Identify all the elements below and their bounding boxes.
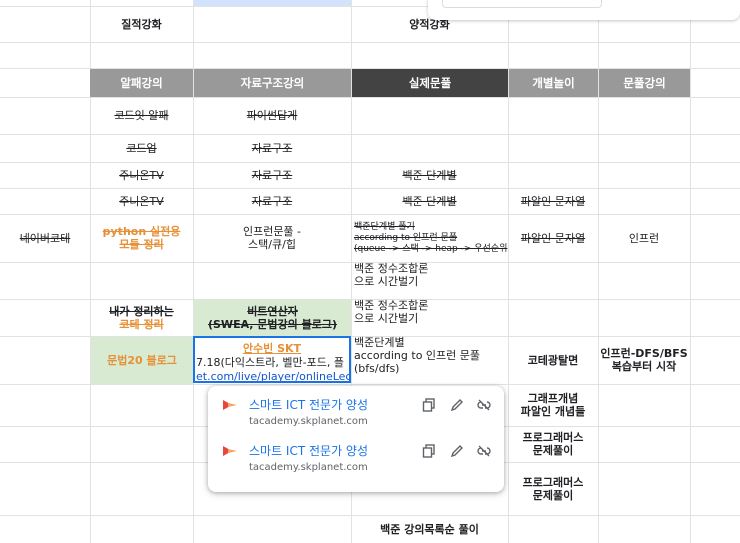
cell-quality-label[interactable]: 질적강화 bbox=[90, 6, 193, 42]
cell-line: (queue -> 스택 -> heap -> 우선순위 bbox=[354, 243, 508, 254]
cell-inflearn-dfs-bfs[interactable]: 인프런-DFS/BFS 복습부터 시작 bbox=[598, 336, 690, 384]
cell-line: 으로 시간벌기 bbox=[354, 275, 419, 288]
active-cell-ansubin-skt[interactable]: 안수빈 SKT 7.18(다익스트라, 벨만-포드, 플 et.com/live… bbox=[193, 336, 351, 383]
cell-data-structure[interactable]: 자료구조 bbox=[193, 134, 351, 162]
cell-line: python 실전용 bbox=[102, 225, 181, 238]
tacademy-logo-icon bbox=[223, 400, 237, 410]
cell-line: 비트연산자 bbox=[247, 305, 298, 318]
cell-line: 으로 시간벌기 bbox=[354, 312, 419, 325]
cell-line: 백준단계별 풀기 bbox=[354, 221, 415, 232]
cell-baekjoon-steps[interactable]: 백준 단계별 bbox=[351, 162, 508, 188]
header-algorithm-lecture[interactable]: 알패강의 bbox=[90, 69, 193, 97]
header-data-structure-lecture[interactable]: 자료구조강의 bbox=[194, 69, 351, 97]
gridline bbox=[0, 384, 740, 385]
cell-line: 프로그래머스 bbox=[522, 431, 584, 444]
unlink-icon[interactable] bbox=[475, 396, 493, 414]
cell-grammar20-blog[interactable]: 문법20 블로그 bbox=[91, 337, 193, 384]
cell-line: according to 인프런 문풀 bbox=[354, 232, 458, 243]
cell-baekjoon-combinatorics[interactable]: 백준 정수조합론 으로 시간벌기 bbox=[351, 262, 508, 299]
cell-codeit-algorithm[interactable]: 코드잇 알패 bbox=[90, 97, 193, 134]
copy-icon[interactable] bbox=[420, 396, 438, 414]
cell-baekjoon-steps[interactable]: 백준 단계별 bbox=[351, 188, 508, 214]
floating-toolbar-panel bbox=[428, 0, 740, 20]
cell-bit-operators[interactable]: 비트연산자 (SWEA, 문법강의 블로그) bbox=[194, 300, 351, 336]
cell-data-structure[interactable]: 자료구조 bbox=[193, 188, 351, 214]
cell-baekjoon-queue-stack-heap[interactable]: 백준단계별 풀기 according to 인프런 문풀 (queue -> 스… bbox=[351, 214, 508, 262]
link-url: tacademy.skplanet.com bbox=[249, 462, 368, 473]
gridline bbox=[0, 42, 740, 43]
link-title[interactable]: 스마트 ICT 전문가 양성 bbox=[249, 442, 368, 459]
cell-junion-tv[interactable]: 주니온TV bbox=[90, 162, 193, 188]
header-practice-problems[interactable]: 실제문풀 bbox=[352, 69, 508, 97]
cell-python-modules[interactable]: python 실전용 모듈 정리 bbox=[90, 214, 193, 262]
cell-link-text[interactable]: et.com/live/player/onlineLectu bbox=[195, 370, 349, 381]
cell-line: (bfs/dfs) bbox=[354, 362, 400, 375]
cell-naver-coding-test[interactable]: 네이버코테 bbox=[0, 214, 90, 262]
link-preview-item[interactable]: 스마트 ICT 전문가 양성 tacademy.skplanet.com bbox=[208, 438, 504, 484]
cell-programmers-practice[interactable]: 프로그래머스 문제풀이 bbox=[508, 426, 598, 462]
cell-line: 백준 정수조합론 bbox=[354, 299, 429, 312]
edit-icon[interactable] bbox=[448, 442, 466, 460]
cell-line: 문제풀이 bbox=[532, 444, 574, 457]
cell-coding-test-fail[interactable]: 코테광탈면 bbox=[508, 336, 598, 384]
cell-inflearn-stack-queue-heap[interactable]: 인프런문풀 - 스택/큐/힙 bbox=[193, 214, 351, 262]
cell-line: 백준단계별 bbox=[354, 336, 405, 349]
cell-line: 내가 정리하는 bbox=[109, 304, 174, 318]
cell-my-coding-test-notes[interactable]: 내가 정리하는 코테 정리 bbox=[90, 299, 193, 336]
unlink-icon[interactable] bbox=[475, 442, 493, 460]
link-preview-popup: 스마트 ICT 전문가 양성 tacademy.skplanet.com 스마트… bbox=[208, 386, 504, 492]
edit-icon[interactable] bbox=[448, 396, 466, 414]
cell-baekjoon-combinatorics[interactable]: 백준 정수조합론 으로 시간벌기 bbox=[351, 299, 508, 336]
floating-panel-field[interactable] bbox=[442, 0, 602, 8]
link-title[interactable]: 스마트 ICT 전문가 양성 bbox=[249, 396, 368, 413]
cell-line: according to 인프런 문풀 bbox=[354, 349, 481, 362]
cell-line: 프로그래머스 bbox=[522, 475, 584, 489]
cell-programmers-practice[interactable]: 프로그래머스 문제풀이 bbox=[508, 462, 598, 515]
cell-baekjoon-lecture-order[interactable]: 백준 강의목록순 풀이 bbox=[351, 515, 508, 543]
cell-junion-tv[interactable]: 주니온TV bbox=[90, 188, 193, 214]
cell-line: 문제풀이 bbox=[532, 488, 574, 502]
cell-codeup[interactable]: 코드업 bbox=[90, 134, 193, 162]
cell-line: (SWEA, 문법강의 블로그) bbox=[207, 318, 338, 331]
cell-graph-concepts[interactable]: 그래프개념 파알인 개념들 bbox=[508, 384, 598, 426]
cell-line: 안수빈 SKT bbox=[242, 342, 302, 355]
cell-line: 7.18(다익스트라, 벨만-포드, 플 bbox=[196, 356, 344, 369]
cell-line: 스택/큐/힙 bbox=[248, 238, 296, 251]
cell-pal-strings[interactable]: 파알인 문자열 bbox=[508, 188, 598, 214]
header-problem-lecture[interactable]: 문풀강의 bbox=[599, 69, 690, 97]
cell-pythonic[interactable]: 파이썬답게 bbox=[193, 97, 351, 134]
cell-line: 인프런문풀 - bbox=[242, 225, 302, 238]
cell-pal-strings[interactable]: 파알인 문자열 bbox=[508, 214, 598, 262]
link-preview-item[interactable]: 스마트 ICT 전문가 양성 tacademy.skplanet.com bbox=[208, 392, 504, 438]
copy-icon[interactable] bbox=[420, 442, 438, 460]
cell-line: 코테 정리 bbox=[119, 317, 164, 331]
cell-line: 모듈 정리 bbox=[119, 238, 164, 251]
cell-inflearn[interactable]: 인프런 bbox=[598, 214, 690, 262]
tacademy-logo-icon bbox=[223, 446, 237, 456]
cell-line: 복습부터 시작 bbox=[611, 360, 677, 373]
header-individual-play[interactable]: 개별놀이 bbox=[509, 69, 598, 97]
cell-data-structure[interactable]: 자료구조 bbox=[193, 162, 351, 188]
cell-line: 그래프개념 bbox=[527, 392, 579, 405]
cell-line: 인프런-DFS/BFS bbox=[600, 347, 688, 360]
link-url: tacademy.skplanet.com bbox=[249, 416, 368, 427]
cell-line: 백준 정수조합론 bbox=[354, 262, 429, 275]
cell-baekjoon-bfs-dfs[interactable]: 백준단계별 according to 인프런 문풀 (bfs/dfs) bbox=[351, 336, 508, 384]
cell-line: 파알인 개념들 bbox=[520, 405, 586, 418]
